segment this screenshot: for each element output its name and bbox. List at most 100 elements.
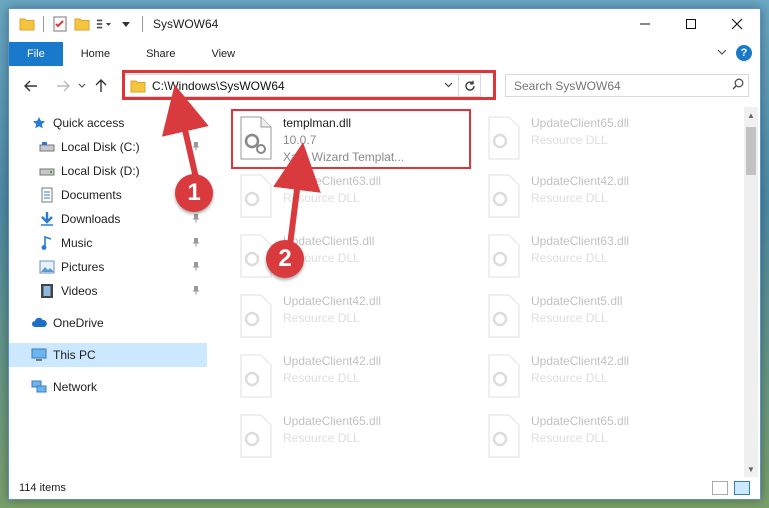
tab-view[interactable]: View [193,42,253,66]
scroll-down-icon[interactable]: ▼ [744,461,758,477]
tiles-view-icon[interactable] [734,481,750,495]
file-item[interactable]: UpdateClient42.dll Resource DLL [481,169,721,225]
file-version: 10.0.7 [283,133,317,147]
pin-icon[interactable] [191,141,201,154]
sidebar-item-label: Music [61,236,93,250]
maximize-button[interactable] [668,9,714,39]
file-type: Resource DLL [283,431,360,445]
sidebar-item-local-disk-c[interactable]: Local Disk (C:) [9,135,207,159]
sidebar-item-label: Videos [61,284,98,298]
sidebar-item-videos[interactable]: Videos [9,279,207,303]
drive-icon [39,139,55,155]
file-item[interactable]: UpdateClient42.dll Resource DLL [481,349,721,405]
forward-button[interactable] [51,74,75,98]
sidebar-item-downloads[interactable]: Downloads [9,207,207,231]
close-button[interactable] [714,9,760,39]
file-item[interactable]: UpdateClient65.dll Resource DLL [481,409,721,465]
window-title: SysWOW64 [153,17,219,31]
scroll-up-icon[interactable]: ▲ [744,107,758,123]
sidebar-item-pictures[interactable]: Pictures [9,255,207,279]
dll-file-icon [488,414,520,458]
details-view-icon[interactable] [712,481,728,495]
sidebar-item-quick-access[interactable]: Quick access [9,111,207,135]
file-item[interactable]: UpdateClient65.dll Resource DLL [481,111,721,167]
file-item[interactable]: UpdateClient63.dll Resource DLL [481,229,721,285]
dll-file-icon [240,174,272,218]
file-item[interactable]: UpdateClient42.dll Resource DLL [233,289,473,345]
file-item[interactable]: UpdateClient42.dll Resource DLL [233,349,473,405]
dll-file-icon [240,414,272,458]
file-item[interactable]: UpdateClient5.dll Resource DLL [481,289,721,345]
file-name: UpdateClient42.dll [283,294,382,308]
file-item-templman[interactable]: templman.dll 10.0.7 Xara Wizard Templat.… [231,109,471,169]
music-icon [39,235,55,251]
sidebar-item-label: Documents [61,188,122,202]
window-controls [622,9,760,39]
title-bar: SysWOW64 [9,9,760,39]
pin-icon[interactable] [191,237,201,250]
file-name: UpdateClient65.dll [531,116,630,130]
sidebar-item-label: Network [53,380,98,394]
tab-share[interactable]: Share [128,42,193,66]
sidebar-item-label: Local Disk (D:) [61,164,140,178]
file-description: Xara Wizard Templat... [283,150,405,164]
expand-ribbon-icon[interactable] [716,46,728,61]
divider [142,16,143,32]
file-item[interactable]: UpdateClient65.dll Resource DLL [233,409,473,465]
file-type: Resource DLL [531,431,608,445]
back-button[interactable] [19,74,43,98]
dll-file-icon [488,234,520,278]
sidebar-item-label: OneDrive [53,316,104,330]
file-item[interactable]: UpdateClient63.dll Resource DLL [233,169,473,225]
downloads-icon [39,211,55,227]
sidebar-item-label: Local Disk (C:) [61,140,140,154]
ribbon-right-controls: ? [716,45,752,61]
star-icon [31,115,47,131]
view-switcher [712,481,750,495]
file-name: UpdateClient63.dll [531,234,630,248]
tab-home[interactable]: Home [63,42,128,66]
dll-file-icon [240,294,272,338]
divider [43,16,44,32]
dll-file-icon [240,354,272,398]
videos-icon [39,283,55,299]
help-icon[interactable]: ? [736,45,752,61]
pin-icon[interactable] [191,213,201,226]
minimize-button[interactable] [622,9,668,39]
file-type: Resource DLL [531,311,608,325]
network-icon [31,379,47,395]
file-name: UpdateClient5.dll [531,294,623,308]
new-folder-icon[interactable] [74,16,90,32]
step-1-badge: 1 [175,174,213,212]
folder-icon [19,16,35,32]
search-icon[interactable] [728,78,748,93]
chevron-down-icon[interactable] [118,16,134,32]
sidebar-item-local-disk-d[interactable]: Local Disk (D:) [9,159,207,183]
documents-icon [39,187,55,203]
vertical-scrollbar[interactable]: ▲ ▼ [744,107,758,477]
recent-locations-button[interactable] [75,74,89,98]
tab-file[interactable]: File [9,42,63,66]
scroll-thumb[interactable] [746,127,756,175]
sidebar-item-network[interactable]: Network [9,375,207,399]
customize-toolbar-icon[interactable] [96,16,112,32]
sidebar-item-label: Downloads [61,212,121,226]
sidebar-item-music[interactable]: Music [9,231,207,255]
properties-icon[interactable] [52,16,68,32]
search-box[interactable] [505,74,749,97]
file-name: UpdateClient42.dll [283,354,382,368]
pin-icon[interactable] [191,285,201,298]
sidebar-item-label: This PC [53,348,96,362]
sidebar-item-this-pc[interactable]: This PC [9,343,207,367]
search-input[interactable] [514,78,728,93]
pictures-icon [39,259,55,275]
computer-icon [31,347,47,363]
up-button[interactable] [89,74,113,98]
file-type: Resource DLL [283,371,360,385]
pin-icon[interactable] [191,261,201,274]
quick-access-toolbar [9,9,145,39]
sidebar-item-onedrive[interactable]: OneDrive [9,311,207,335]
item-count: 114 items [19,482,66,494]
dll-file-icon [240,116,272,160]
dll-file-icon [488,116,520,160]
